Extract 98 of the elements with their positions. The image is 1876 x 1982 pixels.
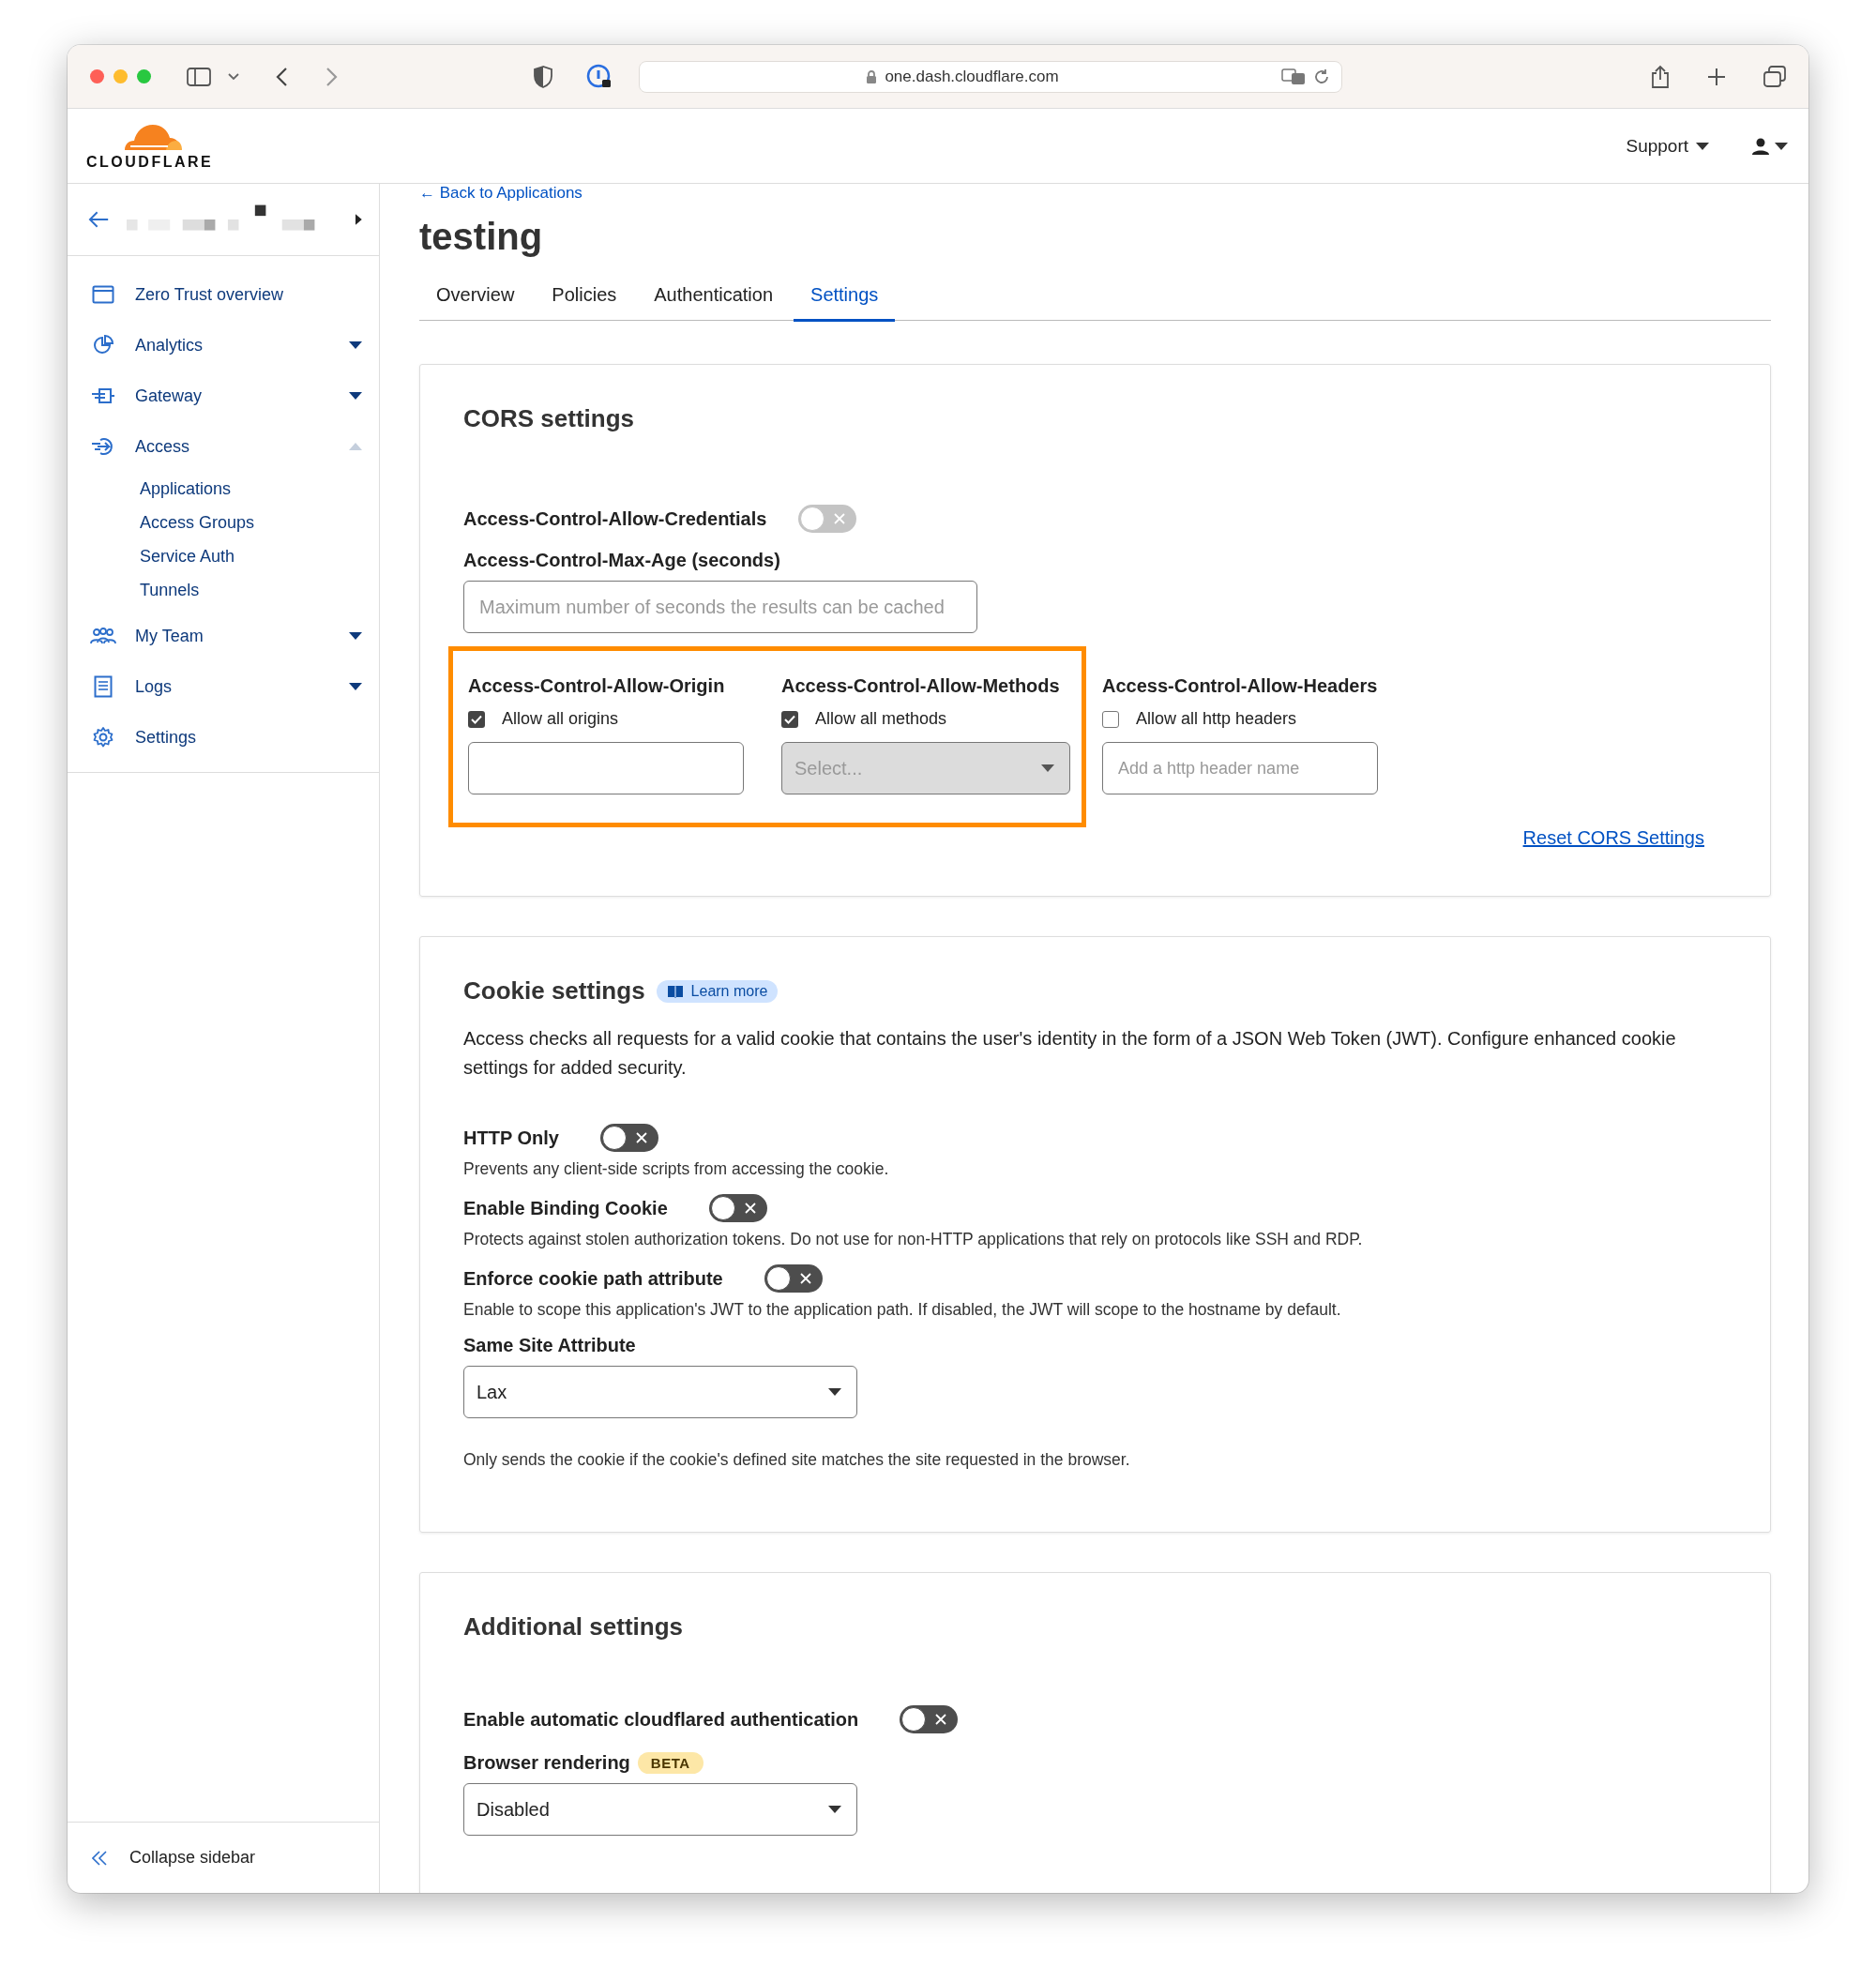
sidebar-subitem[interactable]: Service Auth [140,539,379,573]
book-icon [666,984,684,998]
field-label: Enable Binding Cookie [463,1197,668,1219]
select-dropdown[interactable]: Lax [463,1366,857,1418]
x-icon [834,513,846,524]
caret-right-icon[interactable] [356,214,362,225]
beta-badge: BETA [637,1752,704,1774]
field-label: Access-Control-Allow-Credentials [463,507,767,530]
checkbox-label: Allow all http headers [1136,709,1297,729]
tab[interactable]: Settings [794,284,896,322]
field-label: Access-Control-Allow-Origin [468,675,726,697]
field-label: Enforce cookie path attribute [463,1267,723,1290]
help-text: Prevents any client-side scripts from accessing the cookie. [463,1159,890,1179]
section-heading: CORS settings [463,404,636,433]
description-text: Access checks all requests for a valid cookie that contains the user's identity in the form of a JSON Web Token (JWT). Configure enhanced cookie settings for added security. [463,1027,1677,1080]
field-label: Browser rendering [463,1752,630,1774]
sidebar-subitem[interactable]: Applications [140,472,379,506]
caret-icon [828,1806,841,1813]
sidebar-item[interactable]: Settings [68,712,379,763]
close-window-button[interactable] [90,69,104,83]
section-heading: Cookie settings [463,976,645,1006]
checkbox-label: Allow all methods [815,709,947,729]
help-text: Protects against stolen authorization tokens. Do not use for non-HTTP applications that rely on protocols like SSH and RDP. [463,1230,1364,1249]
sidebar-item[interactable]: Zero Trust overview [68,269,379,320]
double-chevron-left-icon[interactable] [92,1850,107,1866]
chevron-down-icon[interactable] [228,72,239,81]
caret-down-icon [349,392,362,400]
back-icon[interactable] [275,66,288,87]
sidebar-item[interactable]: Logs [68,661,379,712]
sidebar-item[interactable]: Gateway [68,371,379,421]
tabs-overview-icon[interactable] [1763,65,1786,88]
select-dropdown[interactable]: Disabled [463,1783,857,1836]
caret-icon [828,1388,841,1396]
tab[interactable]: Overview [419,284,532,322]
caret-up-icon [349,443,362,450]
toggle-switch[interactable] [708,1194,767,1222]
tab[interactable]: Policies [535,284,634,322]
caret-down-icon [349,683,362,690]
window-icon [92,285,114,304]
arrow-circle-icon [91,436,115,457]
caret-down-icon [349,632,362,640]
lock-icon [866,68,878,84]
toggle-switch[interactable] [900,1705,959,1733]
shield-icon[interactable] [534,65,552,88]
user-menu[interactable] [1752,137,1788,155]
settings-icon [92,726,114,749]
field-label: Access-Control-Max-Age (seconds) [463,550,781,571]
sidebar-toggle-icon[interactable] [187,67,211,86]
collapse-sidebar-link[interactable]: Collapse sidebar [129,1848,256,1868]
caret-icon [1775,142,1788,150]
back-link[interactable]: ← Back to Applications [419,184,582,203]
field-label: Same Site Attribute [463,1335,637,1356]
caret-icon [1041,764,1054,772]
translate-icon[interactable] [1281,68,1306,85]
caret-down-icon [349,341,362,349]
section-heading: Additional settings [463,1612,684,1642]
user-icon [1752,137,1769,155]
pie-chart-icon [93,335,113,356]
sidebar-item[interactable]: Analytics [68,320,379,371]
input-field[interactable]: Maximum number of seconds the results can be cached [463,581,977,633]
logo-wordmark: CLOUDFLARE [86,153,214,171]
tab[interactable]: Authentication [637,284,791,322]
forward-icon[interactable] [325,66,339,87]
sidebar-item[interactable]: My Team [68,611,379,661]
field-label: Access-Control-Allow-Methods [781,675,1061,697]
x-icon [744,1203,756,1214]
input-field[interactable] [468,742,744,794]
support-menu[interactable]: Support [1620,134,1715,158]
share-icon[interactable] [1651,64,1670,89]
page-title: testing [419,216,544,258]
sidebar-subitem[interactable]: Access Groups [140,506,379,539]
sidebar-item[interactable]: Access [68,421,379,472]
input-field[interactable]: Add a http header name [1102,742,1378,794]
field-label: Access-Control-Allow-Headers [1102,675,1378,697]
sidebar-subitem[interactable]: Tunnels [140,573,379,607]
reset-link[interactable]: Reset CORS Settings [463,827,1704,849]
back-arrow-icon[interactable] [88,210,111,229]
help-text: Enable to scope this application's JWT to the application path. If disabled, the JWT will scope to the hostname by default. [463,1300,1342,1320]
gateway-icon [91,386,115,405]
x-icon [935,1714,947,1725]
toggle-switch[interactable] [764,1264,823,1293]
reload-icon[interactable] [1313,68,1330,85]
password-key-icon[interactable] [586,63,613,90]
document-list-icon [94,675,113,698]
field-label: Enable automatic cloudflared authentication [463,1708,859,1731]
learn-more-link[interactable]: Learn more [656,979,779,1003]
caret-icon [1696,142,1709,150]
x-icon [635,1132,647,1143]
people-icon [90,628,116,644]
checkbox[interactable] [468,710,485,728]
checkbox[interactable] [1102,710,1119,728]
address-bar[interactable]: one.dash.cloudflare.com [639,60,1342,93]
toggle-switch[interactable] [599,1124,658,1152]
help-text: Only sends the cookie if the cookie's defined site matches the site requested in the browser. [463,1450,1131,1470]
checkbox-label: Allow all origins [502,709,619,729]
field-label: HTTP Only [463,1127,559,1149]
x-icon [799,1273,811,1284]
new-tab-icon[interactable] [1707,67,1726,86]
